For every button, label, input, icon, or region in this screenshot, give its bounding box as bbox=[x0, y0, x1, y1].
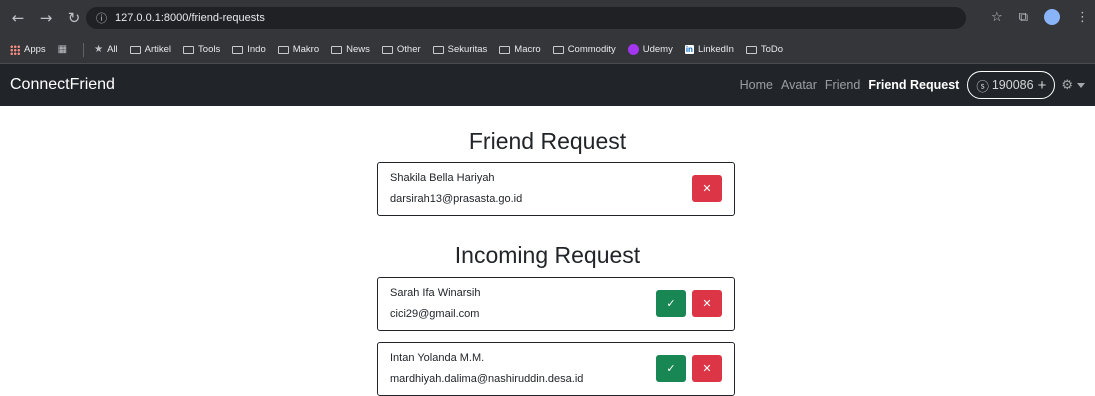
incoming-request-card: Intan Yolanda M.M. mardhiyah.dalima@nash… bbox=[377, 342, 735, 396]
browser-menu-icon[interactable]: ⋮ bbox=[1076, 10, 1089, 25]
reject-request-button[interactable]: ✕ bbox=[692, 290, 722, 317]
coin-balance: 190086 bbox=[991, 78, 1034, 92]
main-content: Friend Request Shakila Bella Hariyah dar… bbox=[0, 106, 1095, 396]
folder-icon bbox=[745, 45, 757, 54]
forward-arrow-icon[interactable]: → bbox=[36, 8, 56, 28]
app-navbar: ConnectFriend Home Avatar Friend Friend … bbox=[0, 64, 1095, 106]
close-icon: ✕ bbox=[702, 362, 712, 375]
bookmark-apps[interactable]: Apps bbox=[10, 44, 46, 55]
star-icon: ★ bbox=[94, 44, 104, 55]
friend-request-card: Shakila Bella Hariyah darsirah13@prasast… bbox=[377, 162, 735, 216]
close-icon: ✕ bbox=[702, 297, 712, 310]
bookmark-todo[interactable]: ToDo bbox=[745, 44, 783, 55]
udemy-icon bbox=[627, 44, 639, 55]
address-bar[interactable]: ⓘ 127.0.0.1:8000/friend-requests bbox=[86, 7, 966, 29]
folder-icon bbox=[129, 45, 141, 54]
bookmark-udemy[interactable]: Udemy bbox=[627, 44, 673, 55]
url-text: 127.0.0.1:8000/friend-requests bbox=[115, 12, 265, 24]
coin-icon: ⓢ bbox=[976, 78, 989, 94]
browser-toolbar: ← → ↻ ⓘ 127.0.0.1:8000/friend-requests ☆… bbox=[0, 0, 1095, 36]
folder-icon bbox=[277, 45, 289, 54]
folder-icon bbox=[499, 45, 511, 54]
reject-request-button[interactable]: ✕ bbox=[692, 355, 722, 382]
folder-icon bbox=[331, 45, 343, 54]
nav-link-avatar[interactable]: Avatar bbox=[781, 78, 817, 92]
profile-avatar-icon[interactable] bbox=[1044, 9, 1060, 25]
bookmark-news[interactable]: News bbox=[331, 44, 370, 55]
folder-icon bbox=[552, 45, 564, 54]
back-arrow-icon[interactable]: ← bbox=[8, 8, 28, 28]
brand-logo[interactable]: ConnectFriend bbox=[10, 76, 115, 94]
check-icon: ✓ bbox=[666, 297, 676, 310]
tab-groups-icon[interactable]: ▦ bbox=[58, 44, 71, 55]
nav-links: Home Avatar Friend Friend Request ⓢ 1900… bbox=[732, 64, 1085, 106]
bookmark-all[interactable]: ★ All bbox=[94, 44, 118, 55]
cancel-request-button[interactable]: ✕ bbox=[692, 175, 722, 202]
accept-request-button[interactable]: ✓ bbox=[656, 290, 686, 317]
bookmark-tools[interactable]: Tools bbox=[183, 44, 220, 55]
bookmarks-divider bbox=[83, 42, 85, 57]
chevron-down-icon[interactable] bbox=[1077, 82, 1085, 88]
browser-actions: ☆ ⧉ ⋮ bbox=[991, 9, 1089, 25]
bookmark-linkedin[interactable]: in LinkedIn bbox=[684, 44, 734, 55]
reload-icon[interactable]: ↻ bbox=[64, 8, 84, 28]
request-name: Shakila Bella Hariyah bbox=[390, 172, 495, 184]
bookmark-commodity[interactable]: Commodity bbox=[552, 44, 616, 55]
extensions-icon[interactable]: ⧉ bbox=[1019, 10, 1028, 25]
linkedin-icon: in bbox=[684, 45, 694, 54]
folder-icon bbox=[232, 45, 244, 54]
close-icon: ✕ bbox=[702, 182, 712, 195]
folder-icon bbox=[183, 45, 195, 54]
nav-link-friend[interactable]: Friend bbox=[825, 78, 860, 92]
coin-balance-button[interactable]: ⓢ 190086 + bbox=[967, 71, 1056, 99]
check-icon: ✓ bbox=[666, 362, 676, 375]
incoming-request-card: Sarah Ifa Winarsih cici29@gmail.com ✓ ✕ bbox=[377, 277, 735, 331]
bookmark-makro[interactable]: Makro bbox=[277, 44, 319, 55]
nav-link-friend-request[interactable]: Friend Request bbox=[868, 78, 959, 92]
bookmark-macro[interactable]: Macro bbox=[499, 44, 541, 55]
folder-icon bbox=[381, 45, 393, 54]
bookmark-indo[interactable]: Indo bbox=[232, 44, 266, 55]
bookmark-sekuritas[interactable]: Sekuritas bbox=[432, 44, 487, 55]
request-email: darsirah13@prasasta.go.id bbox=[390, 193, 523, 205]
add-coins-icon: + bbox=[1037, 76, 1047, 94]
nav-link-home[interactable]: Home bbox=[740, 78, 773, 92]
bookmarks-bar: Apps ▦ ★ All Artikel Tools Indo Makro New… bbox=[0, 36, 1095, 64]
apps-grid-icon bbox=[10, 44, 20, 55]
incoming-request-title: Incoming Request bbox=[454, 242, 641, 268]
settings-gear-icon[interactable]: ⚙ bbox=[1061, 78, 1073, 93]
bookmark-star-icon[interactable]: ☆ bbox=[991, 10, 1003, 25]
accept-request-button[interactable]: ✓ bbox=[656, 355, 686, 382]
folder-icon bbox=[432, 45, 444, 54]
friend-request-title: Friend Request bbox=[468, 128, 627, 154]
bookmark-artikel[interactable]: Artikel bbox=[129, 44, 171, 55]
bookmark-other[interactable]: Other bbox=[381, 44, 421, 55]
site-info-icon[interactable]: ⓘ bbox=[96, 10, 107, 26]
